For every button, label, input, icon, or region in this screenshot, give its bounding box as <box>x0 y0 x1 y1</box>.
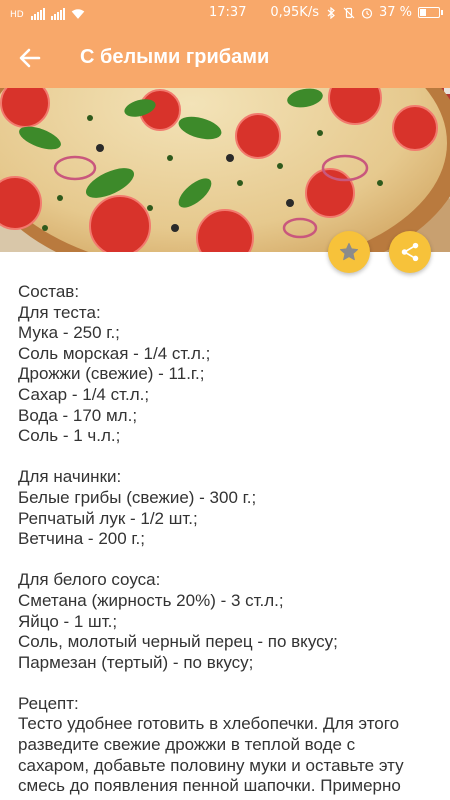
battery-icon <box>418 7 443 18</box>
wifi-icon <box>71 9 85 19</box>
method-line: смесь до появления пенной шапочки. Приме… <box>18 776 401 796</box>
signal-icon-2 <box>50 8 65 20</box>
ingredient-line: Сметана (жирность 20%) - 3 ст.л.; <box>18 590 284 610</box>
ingredient-line: Ветчина - 200 г.; <box>18 529 145 549</box>
ingredient-line: Дрожжи (свежие) - 11.г.; <box>18 364 205 384</box>
ingredient-line: Белые грибы (свежие) - 300 г.; <box>18 487 257 507</box>
filling-heading: Для начинки: <box>18 467 122 487</box>
ingredient-line: Соль морская - 1/4 ст.л.; <box>18 343 211 363</box>
ingredient-line: Репчатый лук - 1/2 шт.; <box>18 508 198 528</box>
recipe-photo <box>0 88 450 252</box>
share-icon <box>401 242 419 262</box>
sauce-heading: Для белого соуса: <box>18 570 161 590</box>
status-right: 0,95K/s 37 % <box>270 5 443 20</box>
battery-percent: 37 % <box>378 5 412 20</box>
ingredient-line: Мука - 250 г.; <box>18 323 120 343</box>
star-icon <box>339 242 359 261</box>
method-heading: Рецепт: <box>18 693 79 713</box>
net-speed: 0,95K/s <box>270 5 319 20</box>
ingredient-line: Сахар - 1/4 ст.л.; <box>18 384 150 404</box>
pizza-image <box>0 88 450 252</box>
method-line: разведите свежие дрожжи в теплой воде с <box>18 735 356 755</box>
app-toolbar: С белыми грибами <box>0 28 450 88</box>
ingredients-heading: Состав: <box>18 282 80 301</box>
method-line: сахаром, добавьте половину муки и оставь… <box>18 755 404 775</box>
dough-heading: Для теста: <box>18 302 101 322</box>
bluetooth-icon <box>327 6 335 19</box>
alarm-icon <box>361 7 373 19</box>
back-arrow-icon[interactable] <box>14 42 46 74</box>
signal-icon <box>30 8 45 20</box>
share-button[interactable] <box>389 231 431 273</box>
vibrate-off-icon <box>343 7 355 18</box>
recipe-text: Состав: Для теста: Мука - 250 г.; Соль м… <box>18 282 438 797</box>
battery-fill <box>420 9 427 16</box>
page-title: С белыми грибами <box>80 46 270 68</box>
status-bar: HD 17:37 0,95K/s 37 % <box>0 0 450 28</box>
ingredient-line: Яйцо - 1 шт.; <box>18 611 118 631</box>
status-time: 17:37 <box>209 5 247 20</box>
favorite-button[interactable] <box>328 231 370 273</box>
ingredient-line: Соль - 1 ч.л.; <box>18 426 121 446</box>
method-line: Тесто удобнее готовить в хлебопечки. Для… <box>18 714 400 734</box>
ingredient-line: Пармезан (тертый) - по вкусу; <box>18 652 254 672</box>
signal-indicators: HD <box>10 6 85 20</box>
ingredient-line: Соль, молотый черный перец - по вкусу; <box>18 632 338 652</box>
ingredient-line: Вода - 170 мл.; <box>18 405 138 425</box>
hd-label: HD <box>10 10 24 20</box>
